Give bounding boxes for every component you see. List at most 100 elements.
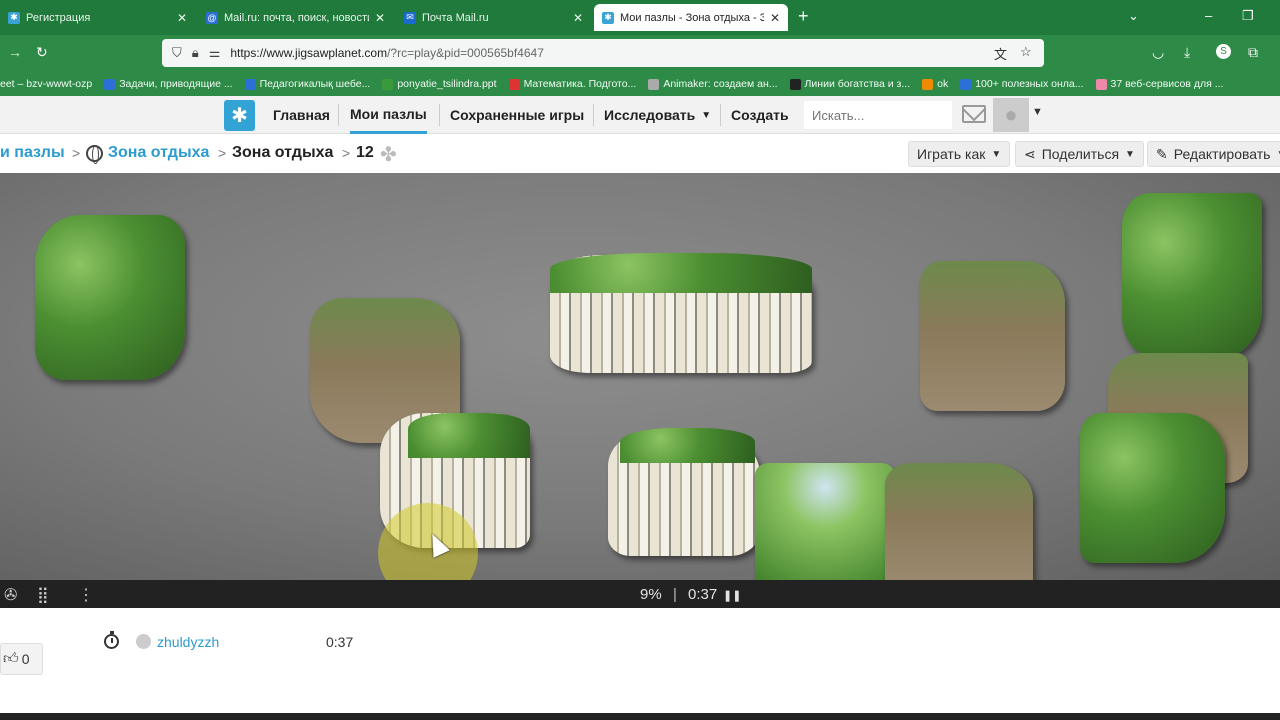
bookmark-item[interactable]: Математика. Подгото... [508, 78, 637, 90]
page-title: Зона отдыха [232, 144, 334, 161]
piece-scatter-icon[interactable]: ✇ [4, 585, 17, 605]
breadcrumb-my-puzzles[interactable]: и пазлы [0, 144, 65, 162]
puzzle-piece[interactable] [408, 413, 530, 458]
shield-icon: ⛉ [172, 45, 182, 60]
tab-puzzle[interactable]: ✱ Мои пазлы - Зона отдыха - Зо ✕ [594, 4, 788, 31]
bookmark-item[interactable]: 100+ полезных онла... [960, 78, 1084, 90]
share-button[interactable]: ⋖ Поделиться ▼ [1015, 141, 1144, 167]
player-time: 0:37 [326, 634, 354, 650]
puzzle-icon: ✱ [8, 11, 20, 24]
divider [593, 104, 594, 126]
bookmark-item[interactable]: Линии богатства и з... [789, 78, 911, 90]
tab-title: Мои пазлы - Зона отдыха - Зо [620, 11, 764, 24]
puzzle-piece[interactable] [35, 215, 185, 380]
url-text: https://www.jigsawplanet.com/?rc=play&pi… [230, 46, 544, 60]
bookmark-icon [1095, 78, 1107, 90]
bookmark-label: Педагогикалық шебе... [259, 78, 371, 90]
minimize-icon[interactable]: – [1205, 8, 1212, 23]
nav-my-puzzles[interactable]: Мои пазлы [350, 96, 427, 134]
forward-icon[interactable]: → [8, 44, 22, 60]
download-icon[interactable]: ⤓ [1184, 44, 1190, 61]
puzzle-piece[interactable] [620, 428, 755, 463]
close-icon[interactable]: ✕ [573, 11, 583, 25]
bookmark-label: 100+ полезных онла... [975, 78, 1084, 90]
chevron-down-icon[interactable]: ⌄ [1128, 8, 1139, 24]
puzzle-icon: ✱ [602, 11, 614, 24]
nav-explore[interactable]: Исследовать ▼ [604, 96, 711, 134]
tab-registration[interactable]: ✱ Регистрация ✕ [0, 4, 195, 31]
permissions-icon: ⚌ [208, 45, 221, 60]
pocket-icon[interactable]: ◡ [1152, 44, 1164, 61]
bookmark-item[interactable]: ok [922, 78, 948, 90]
puzzle-icon[interactable]: ✱ [224, 100, 255, 131]
bookmark-item[interactable]: ponyatie_tsilindra.ppt [382, 78, 497, 90]
bookmark-icon [244, 78, 256, 90]
caret-down-icon: ▼ [991, 148, 1002, 160]
bookmark-icon [789, 78, 801, 90]
bookmark-label: eet – bzv-wwwt-ozp [0, 78, 93, 90]
tab-title: Регистрация [26, 11, 91, 24]
reload-icon[interactable]: ↻ [36, 44, 48, 61]
tab-mail-inbox[interactable]: ✉ Почта Mail.ru ✕ [396, 4, 591, 31]
extensions-icon[interactable]: ⧉ [1248, 44, 1258, 61]
grid-icon[interactable]: ⣿ [37, 585, 49, 605]
divider [338, 104, 339, 126]
site-header: ✱ Главная Мои пазлы Сохраненные игры Исс… [0, 96, 1280, 134]
puzzle-piece[interactable] [755, 463, 895, 580]
bookmark-label: ponyatie_tsilindra.ppt [397, 78, 497, 90]
puzzle-board[interactable] [0, 173, 1280, 580]
browser-toolbar: → ↻ ⛉ 🔒︎ ⚌ https://www.jigsawplanet.com/… [0, 35, 1280, 72]
close-icon[interactable]: ✕ [177, 11, 187, 25]
caret-down-icon: ▼ [701, 109, 712, 121]
nav-home[interactable]: Главная [273, 96, 330, 134]
bookmark-icon [648, 78, 660, 90]
play-as-label: Играть как [917, 146, 986, 162]
breadcrumb: и пазлы > Зона отдыха > Зона отдыха > 12… [0, 135, 1280, 173]
chevron-right-icon: > [218, 145, 227, 161]
puzzle-piece[interactable] [1122, 193, 1262, 358]
nav-saved-games[interactable]: Сохраненные игры [450, 96, 584, 134]
caret-down-icon: ▼ [1125, 148, 1135, 160]
puzzle-piece[interactable] [1080, 413, 1225, 563]
tab-mailru[interactable]: @ Mail.ru: почта, поиск, новости ✕ [198, 4, 393, 31]
share-icon: ⋖ [1024, 145, 1036, 162]
star-icon[interactable]: ☆ [1020, 44, 1032, 60]
edit-label: Редактировать [1173, 146, 1271, 162]
url-domain: https://www.jigsawplanet.com [230, 46, 388, 60]
divider [439, 104, 440, 126]
nav-create[interactable]: Создать [731, 96, 789, 134]
bookmark-label: Математика. Подгото... [523, 78, 637, 90]
bookmark-item[interactable]: Задачи, приводящие ... [104, 78, 233, 90]
bookmark-label: ok [937, 78, 949, 90]
close-icon[interactable]: ✕ [375, 11, 385, 25]
edit-button[interactable]: ✎ Редактировать ▼ [1147, 141, 1280, 167]
translate-icon[interactable]: 文 [994, 44, 1007, 63]
bookmark-icon [382, 78, 394, 90]
breadcrumb-folder[interactable]: Зона отдыха [108, 144, 209, 162]
profile-icon[interactable]: S [1216, 44, 1231, 59]
bookmark-label: Линии богатства и з... [804, 78, 911, 90]
pause-icon[interactable]: ❚❚ [723, 589, 741, 602]
tab-title: Почта Mail.ru [422, 11, 489, 24]
puzzle-piece[interactable] [885, 463, 1033, 580]
bookmark-item[interactable]: Animaker: создаем ан... [648, 78, 778, 90]
puzzle-piece[interactable] [550, 253, 812, 293]
bookmark-item[interactable]: Педагогикалық шебе... [244, 78, 371, 90]
like-button[interactable]: 👍︎ 0 [0, 643, 43, 675]
more-vertical-icon[interactable]: ⋮ [78, 585, 94, 605]
lock-icon: 🔒︎ [191, 45, 199, 60]
bookmark-item[interactable]: eet – bzv-wwwt-ozp [0, 78, 92, 90]
bookmark-item[interactable]: 37 веб-сервисов для ... [1095, 78, 1223, 90]
address-bar[interactable]: ⛉ 🔒︎ ⚌ https://www.jigsawplanet.com/?rc=… [162, 39, 1044, 67]
caret-down-icon[interactable]: ▼ [1032, 106, 1043, 118]
new-tab-icon[interactable]: + [798, 6, 809, 27]
close-icon[interactable]: ✕ [770, 11, 780, 25]
envelope-icon: ✉ [404, 11, 416, 24]
user-avatar[interactable]: ● [993, 98, 1029, 132]
puzzle-piece[interactable] [920, 261, 1065, 411]
player-username[interactable]: zhuldyzzh [157, 634, 219, 650]
play-as-button[interactable]: Играть как ▼ [908, 141, 1011, 167]
mail-icon[interactable] [962, 105, 986, 123]
restore-icon[interactable]: ❐ [1242, 8, 1254, 24]
search-input[interactable] [804, 101, 952, 129]
